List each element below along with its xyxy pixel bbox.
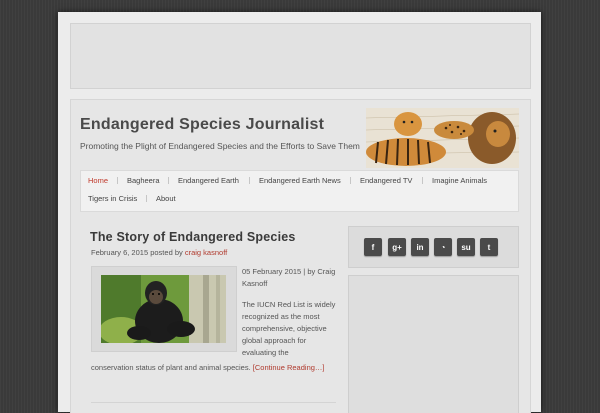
nav-separator: [168, 177, 169, 184]
social-icons-widget: f g+ in ◔ su t: [348, 226, 519, 268]
post-excerpt-side: 05 February 2015 | by Craig Kasnoff The …: [242, 266, 338, 368]
nav-item-tigers-in-crisis[interactable]: Tigers in Crisis: [88, 194, 137, 203]
page-container: Endangered Species Journalist Promoting …: [58, 12, 541, 413]
nav-item-imagine-animals[interactable]: Imagine Animals: [432, 176, 487, 185]
post-author-link[interactable]: craig kasnoff: [185, 248, 227, 257]
nav-item-bagheera[interactable]: Bagheera: [127, 176, 160, 185]
posted-by-label: posted by: [150, 248, 183, 257]
nav-item-about[interactable]: About: [156, 194, 176, 203]
sidebar-widget: [348, 275, 519, 413]
nav-separator: [350, 177, 351, 184]
nav-item-home[interactable]: Home: [88, 176, 108, 185]
continue-reading-link[interactable]: [Continue Reading…]: [253, 363, 325, 372]
nav-item-endangered-tv[interactable]: Endangered TV: [360, 176, 412, 185]
nav-item-endangered-earth-news[interactable]: Endangered Earth News: [259, 176, 341, 185]
post-excerpt-continued-text: conservation status of plant and animal …: [91, 363, 251, 372]
post-meta: February 6, 2015 posted by craig kasnoff: [91, 248, 227, 257]
facebook-icon[interactable]: f: [364, 238, 382, 256]
post-title[interactable]: The Story of Endangered Species: [90, 230, 296, 244]
twitter-icon[interactable]: t: [480, 238, 498, 256]
post-divider: [91, 402, 336, 403]
main-navigation: Home Bagheera Endangered Earth Endangere…: [80, 170, 519, 212]
header-big-cats-image: [366, 108, 519, 168]
linkedin-icon[interactable]: in: [411, 238, 429, 256]
nav-separator: [249, 177, 250, 184]
post-excerpt-text: The IUCN Red List is widely recognized a…: [242, 300, 336, 357]
site-title[interactable]: Endangered Species Journalist: [80, 116, 324, 134]
post-date: February 6, 2015: [91, 248, 149, 257]
post-excerpt-continued: conservation status of plant and animal …: [91, 362, 336, 374]
post-byline: 05 February 2015 | by Craig Kasnoff: [242, 267, 336, 288]
post-thumbnail-frame[interactable]: [91, 266, 237, 352]
google-plus-icon[interactable]: g+: [388, 238, 406, 256]
nav-item-endangered-earth[interactable]: Endangered Earth: [178, 176, 239, 185]
nav-separator: [422, 177, 423, 184]
nav-separator: [117, 177, 118, 184]
stumbleupon-icon[interactable]: su: [457, 238, 475, 256]
chimpanzee-photo[interactable]: [101, 275, 226, 343]
rss-icon[interactable]: ◔: [434, 238, 452, 256]
top-banner: [70, 23, 531, 89]
nav-separator: [146, 195, 147, 202]
site-tagline: Promoting the Plight of Endangered Speci…: [80, 141, 360, 151]
